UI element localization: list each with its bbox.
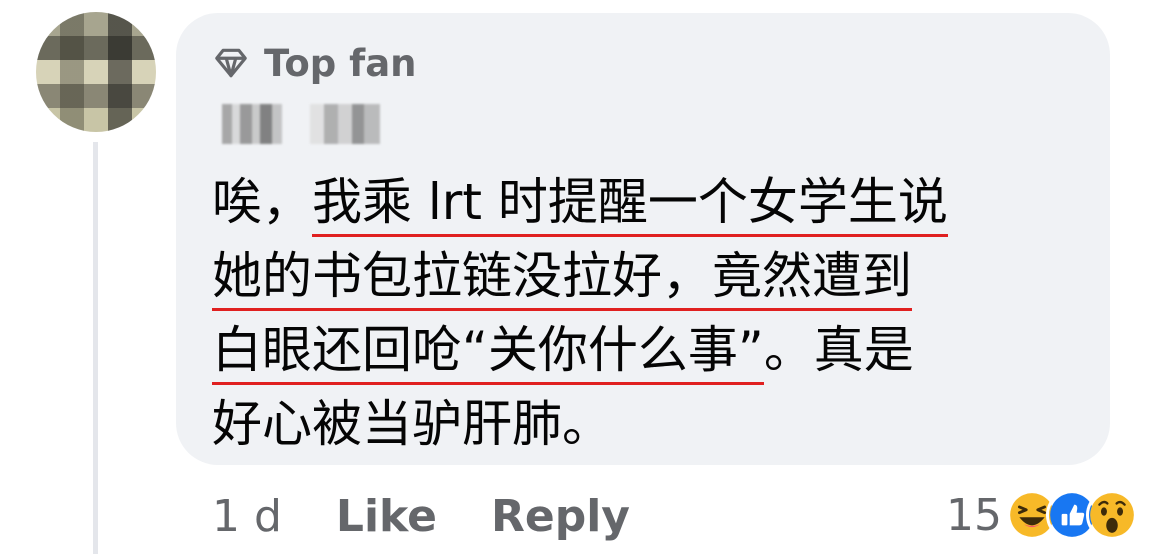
commenter-name-blurred[interactable]	[214, 104, 388, 144]
comment-text-underlined: 我乘 lrt 时提醒一个女学生说	[312, 173, 948, 237]
comment-line-3: 白眼还回呛“关你什么事”。真是	[212, 313, 1092, 387]
comment-text: 唉，我乘 lrt 时提醒一个女学生说 她的书包拉链没拉好，竟然遭到 白眼还回呛“…	[212, 165, 1092, 461]
comment-line-4: 好心被当驴肝肺。	[212, 387, 1092, 461]
comment-footer: 1 d Like Reply	[212, 488, 684, 544]
reactions-summary[interactable]: 15	[946, 484, 1138, 546]
comment-text-underlined: 她的书包拉链没拉好，竟然遭到	[212, 247, 912, 311]
wow-icon	[1086, 489, 1138, 541]
diamond-icon	[215, 48, 247, 78]
reply-button[interactable]: Reply	[491, 491, 630, 542]
avatar[interactable]	[36, 12, 156, 132]
comment-line-2: 她的书包拉链没拉好，竟然遭到	[212, 239, 1092, 313]
comment-line-1: 唉，我乘 lrt 时提醒一个女学生说	[212, 165, 1092, 239]
comment-text-underlined: 白眼还回呛“关你什么事”	[212, 321, 764, 385]
like-button[interactable]: Like	[336, 491, 437, 542]
comment-text-plain: 好心被当驴肝肺。	[212, 395, 612, 453]
thread-line	[93, 142, 98, 554]
reaction-count: 15	[946, 489, 1002, 541]
badge-label: Top fan	[264, 41, 417, 85]
top-fan-badge: Top fan	[212, 40, 417, 86]
timestamp[interactable]: 1 d	[212, 491, 282, 542]
comment-text-plain: 唉，	[212, 173, 312, 231]
comment-text-plain: 。真是	[763, 321, 914, 379]
